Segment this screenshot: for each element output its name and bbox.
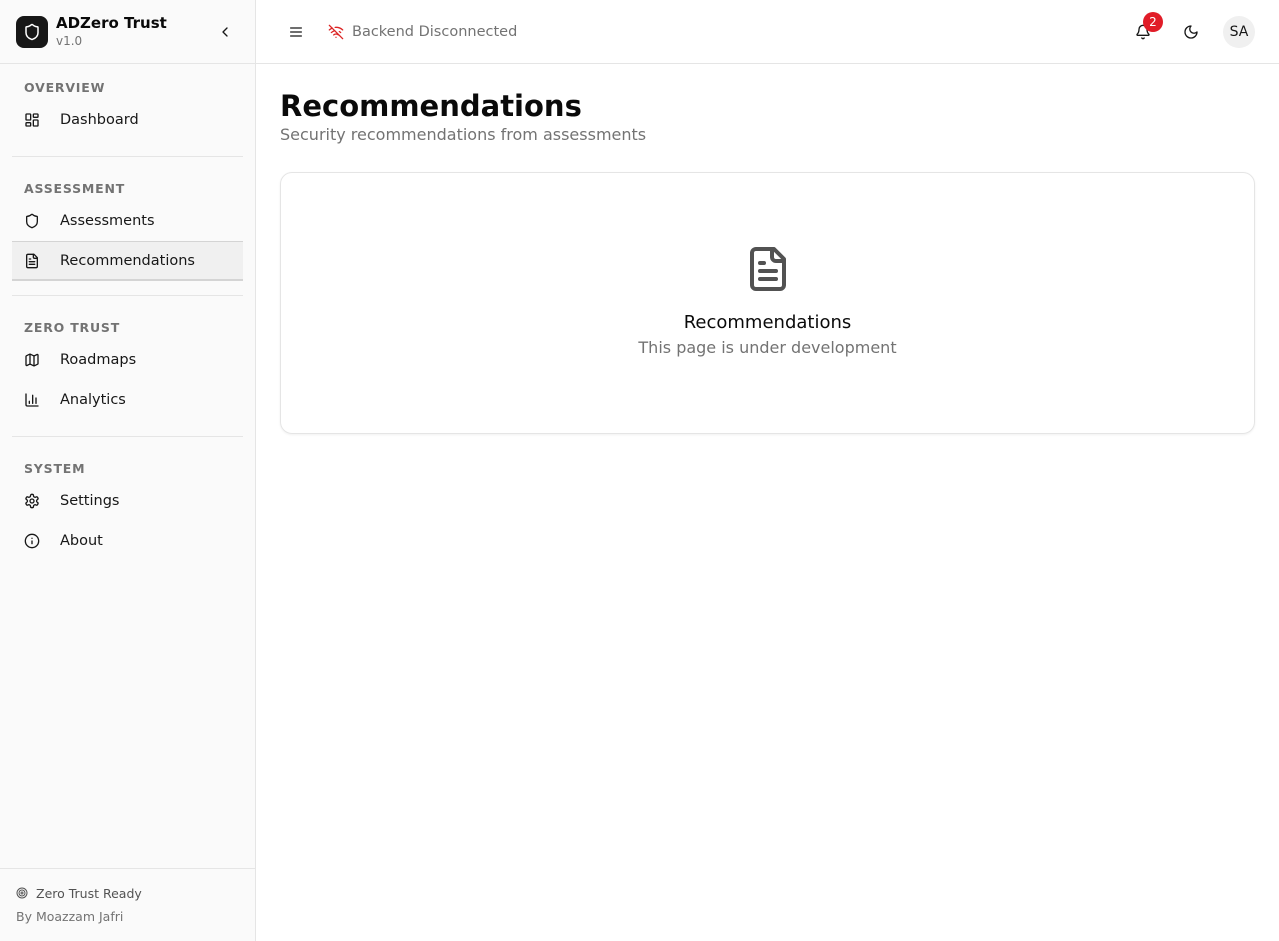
dashboard-icon xyxy=(24,112,40,128)
brand-version: v1.0 xyxy=(56,34,83,48)
main-content: Recommendations Security recommendations… xyxy=(280,64,1255,434)
nav-heading: SYSTEM xyxy=(24,461,86,476)
nav-divider xyxy=(12,295,243,296)
connection-status-label: Backend Disconnected xyxy=(352,24,518,40)
nav-section-assessment: ASSESSMENT Assessments Recommendations xyxy=(0,177,255,281)
top-header: Backend Disconnected 2 SA xyxy=(256,0,1279,64)
info-icon xyxy=(24,533,40,549)
page-title: Recommendations xyxy=(280,89,582,123)
sidebar-item-label: Dashboard xyxy=(60,112,139,128)
sidebar-item-label: About xyxy=(60,533,103,549)
sidebar-item-label: Roadmaps xyxy=(60,352,137,368)
map-icon xyxy=(24,352,40,368)
sidebar-item-analytics[interactable]: Analytics xyxy=(12,380,243,420)
sidebar-item-assessments[interactable]: Assessments xyxy=(12,201,243,241)
author-credit: By Moazzam Jafri xyxy=(16,909,124,924)
notification-badge: 2 xyxy=(1143,12,1163,32)
user-avatar[interactable]: SA xyxy=(1223,16,1255,48)
sidebar-item-about[interactable]: About xyxy=(12,521,243,561)
nav-divider xyxy=(12,156,243,157)
menu-button[interactable] xyxy=(286,22,306,42)
sidebar-item-label: Recommendations xyxy=(60,252,195,269)
zero-trust-status-label: Zero Trust Ready xyxy=(36,885,142,901)
sidebar-item-label: Analytics xyxy=(60,392,126,408)
sidebar-item-recommendations[interactable]: Recommendations xyxy=(12,241,243,281)
sidebar: ADZero Trust v1.0 OVERVIEW Dashboard ASS… xyxy=(0,0,256,941)
nav-divider xyxy=(12,436,243,437)
nav-heading: OVERVIEW xyxy=(24,80,106,95)
file-text-icon xyxy=(24,253,40,269)
theme-toggle-button[interactable] xyxy=(1181,22,1201,42)
moon-icon xyxy=(1184,25,1198,39)
file-text-icon xyxy=(744,245,792,293)
brand-logo xyxy=(16,15,48,48)
page-subtitle: Security recommendations from assessment… xyxy=(280,125,647,144)
sidebar-item-label: Assessments xyxy=(60,213,155,229)
gear-icon xyxy=(24,493,40,509)
sidebar-item-dashboard[interactable]: Dashboard xyxy=(12,100,243,140)
nav-heading: ASSESSMENT xyxy=(24,181,126,196)
nav-heading: ZERO TRUST xyxy=(24,320,121,335)
card-description: This page is under development xyxy=(638,338,897,357)
nav-section-system: SYSTEM Settings About xyxy=(0,457,255,561)
sidebar-item-roadmaps[interactable]: Roadmaps xyxy=(12,340,243,380)
nav-section-zero-trust: ZERO TRUST Roadmaps Analytics xyxy=(0,316,255,420)
placeholder-card: Recommendations This page is under devel… xyxy=(280,172,1255,434)
connection-status: Backend Disconnected xyxy=(328,22,517,42)
zero-trust-status: Zero Trust Ready xyxy=(16,885,239,901)
sidebar-brand: ADZero Trust v1.0 xyxy=(0,0,255,64)
shield-icon xyxy=(24,213,40,229)
shield-icon xyxy=(25,23,39,40)
sidebar-footer: Zero Trust Ready By Moazzam Jafri xyxy=(0,868,255,941)
sidebar-item-settings[interactable]: Settings xyxy=(12,481,243,521)
collapse-sidebar-button[interactable] xyxy=(215,22,235,42)
brand-name: ADZero Trust xyxy=(56,14,167,32)
menu-icon xyxy=(290,27,302,37)
nav-section-overview: OVERVIEW Dashboard xyxy=(0,76,255,140)
bar-chart-icon xyxy=(24,392,40,408)
wifi-off-icon xyxy=(328,24,344,40)
chevron-left-icon xyxy=(222,27,228,37)
card-title: Recommendations xyxy=(683,312,852,333)
target-icon xyxy=(16,887,28,899)
sidebar-item-label: Settings xyxy=(60,493,120,509)
